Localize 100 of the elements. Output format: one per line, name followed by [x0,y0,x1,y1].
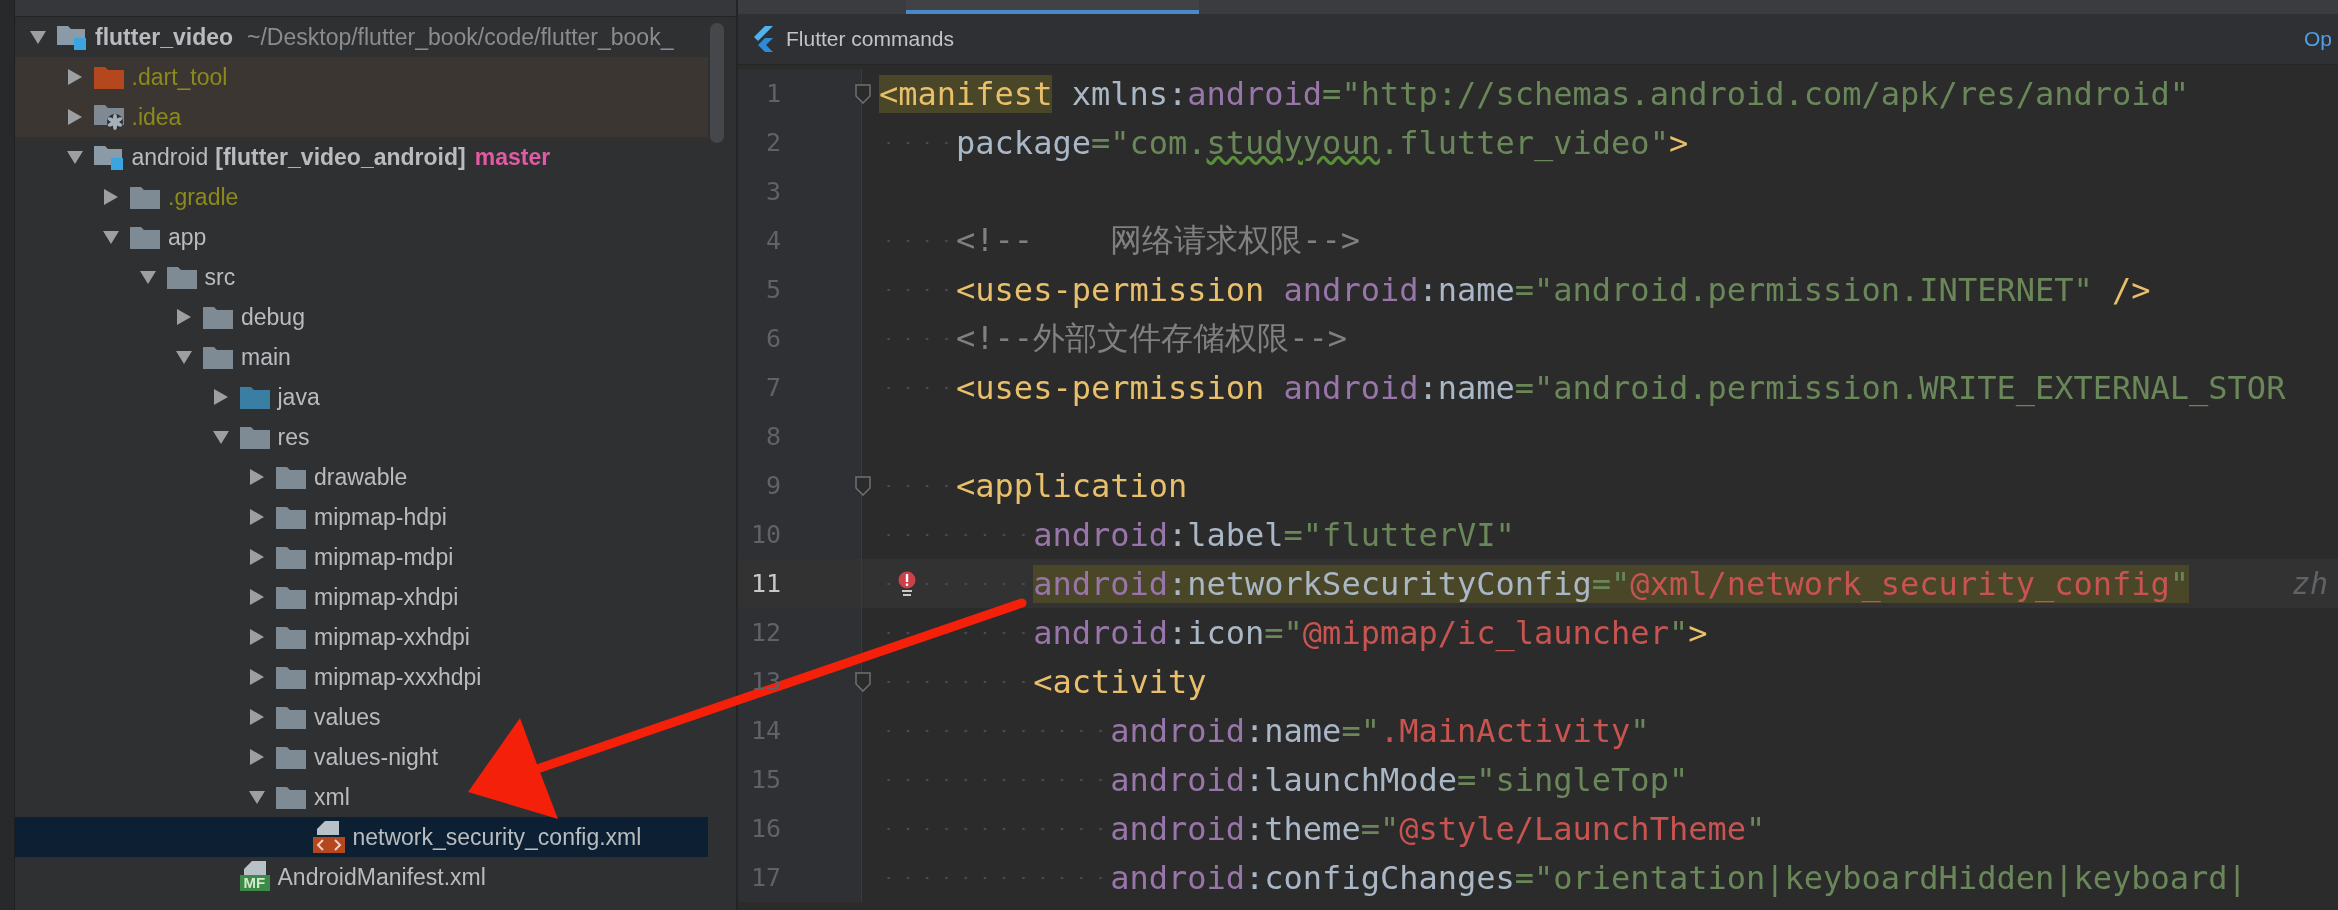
folder-icon [239,385,270,409]
folder-icon [276,785,306,809]
tree-row[interactable]: src [15,257,708,297]
module-folder-icon [93,143,124,171]
item-label: network_security_config.xml [352,823,642,851]
item-label: AndroidManifest.xml [277,863,486,891]
folder-icon [239,425,270,449]
flutter-logo-icon [752,26,774,52]
item-label: values [314,703,381,731]
tree-row[interactable]: app [15,217,708,257]
editor-tab[interactable] [906,0,1199,14]
open-link[interactable]: Op [2304,27,2332,51]
caret-icon[interactable] [249,629,265,645]
folder-icon [276,705,306,729]
xml-file-icon [312,821,345,853]
caret-icon[interactable] [249,669,265,685]
caret-icon[interactable] [249,509,265,525]
tree-row[interactable]: mipmap-xxxhdpi [15,657,708,697]
caret-icon[interactable] [212,429,229,445]
caret-icon[interactable] [66,109,83,125]
fold-marker-icon[interactable] [855,671,871,692]
item-label: .dart_tool [131,63,228,91]
tree-row[interactable]: mipmap-mdpi [15,537,708,577]
caret-icon[interactable] [212,389,229,405]
item-label: flutter_video [95,23,234,51]
tree-row[interactable]: values [15,697,708,737]
item-label: app [168,223,207,251]
item-label: main [241,343,291,371]
fold-marker-icon[interactable] [855,475,871,496]
fold-marker-icon[interactable] [855,83,871,104]
code-text: <uses-permission android:name="android.permission.WRITE_EXTERNAL_STOR [862,363,2338,412]
caret-icon[interactable] [103,229,119,245]
item-label: xml [314,783,350,811]
caret-icon[interactable] [66,149,83,165]
code-text: <!--外部文件存储权限--> [862,314,2338,363]
tree-row[interactable]: main [15,337,708,377]
tree-row[interactable]: mipmap-xhdpi [15,577,708,617]
folder-icon [276,745,306,769]
tree-row[interactable]: android [flutter_video_android] master [15,137,708,177]
branch-name: master [474,143,551,171]
settings-folder-icon [93,103,124,131]
code-text: package="com.studyyoun.flutter_video"> [862,118,2338,167]
scrollbar[interactable] [710,23,724,143]
tree-row[interactable]: mipmap-xxhdpi [15,617,708,657]
caret-icon[interactable] [176,349,192,365]
folder-icon [93,65,124,89]
item-label: src [204,263,236,291]
code-text: android:launchMode="singleTop" [862,755,2338,804]
item-label: mipmap-xhdpi [314,583,459,611]
caret-icon[interactable] [249,549,265,565]
project-path: ~/Desktop/flutter_book/code/flutter_book_ [247,23,674,51]
item-label: mipmap-xxxhdpi [314,663,482,691]
code-text: android:icon="@mipmap/ic_launcher"> [862,608,2338,657]
item-label: mipmap-hdpi [314,503,447,531]
caret-icon[interactable] [249,789,265,805]
line-number: 11 [750,569,781,598]
tree-row[interactable]: values-night [15,737,708,777]
tree-row[interactable]: res [15,417,708,457]
item-label: java [277,383,320,411]
code-text: android:name=".MainActivity" [862,706,2338,755]
code-text: <!-- 网络请求权限--> [862,216,2338,265]
tree-row[interactable]: MF AndroidManifest.xml [15,857,708,897]
tree-row[interactable]: .gradle [15,177,708,217]
tree-row[interactable]: debug [15,297,708,337]
code-text: <application [862,461,2338,510]
caret-icon[interactable] [249,709,265,725]
folder-icon [130,185,160,209]
code-text: android:theme="@style/LaunchTheme" [862,804,2338,853]
item-label: debug [241,303,305,331]
item-label: mipmap-mdpi [314,543,454,571]
caret-icon[interactable] [249,749,265,765]
code-text: android:configChanges="orientation|keyboardHidden|keyboard| [862,853,2338,902]
caret-icon[interactable] [103,189,119,205]
caret-icon[interactable] [139,269,156,285]
folder-icon [276,545,306,569]
caret-icon[interactable] [249,469,265,485]
folder-icon [166,265,197,289]
tree-row[interactable]: drawable [15,457,708,497]
tree-row[interactable]: java [15,377,708,417]
code-text: <uses-permission android:name="android.permission.INTERNET" /> [862,265,2338,314]
tree-row[interactable]: mipmap-hdpi [15,497,708,537]
caret-icon[interactable] [30,29,46,45]
toolbar-title: Flutter commands [786,27,955,51]
caret-icon[interactable] [66,69,83,85]
tree-row[interactable]: network_security_config.xml [15,817,708,857]
item-label: res [277,423,310,451]
item-label: .gradle [168,183,239,211]
tree-row[interactable]: flutter_video ~/Desktop/flutter_book/code/flutter_book_ [15,17,708,57]
tree-row[interactable]: xml [15,777,708,817]
caret-icon[interactable] [176,309,192,325]
code-text: <manifest xmlns:android="http://schemas.android.com/apk/res/android" [878,73,2191,115]
folder-icon [276,585,306,609]
folder-icon [203,345,233,369]
item-label: drawable [314,463,408,491]
folder-icon [276,505,306,529]
folder-icon [203,305,233,329]
folder-icon [276,465,306,489]
module-name: [flutter_video_android] [215,143,466,171]
caret-icon[interactable] [249,589,265,605]
error-bulb-icon[interactable] [898,570,916,597]
